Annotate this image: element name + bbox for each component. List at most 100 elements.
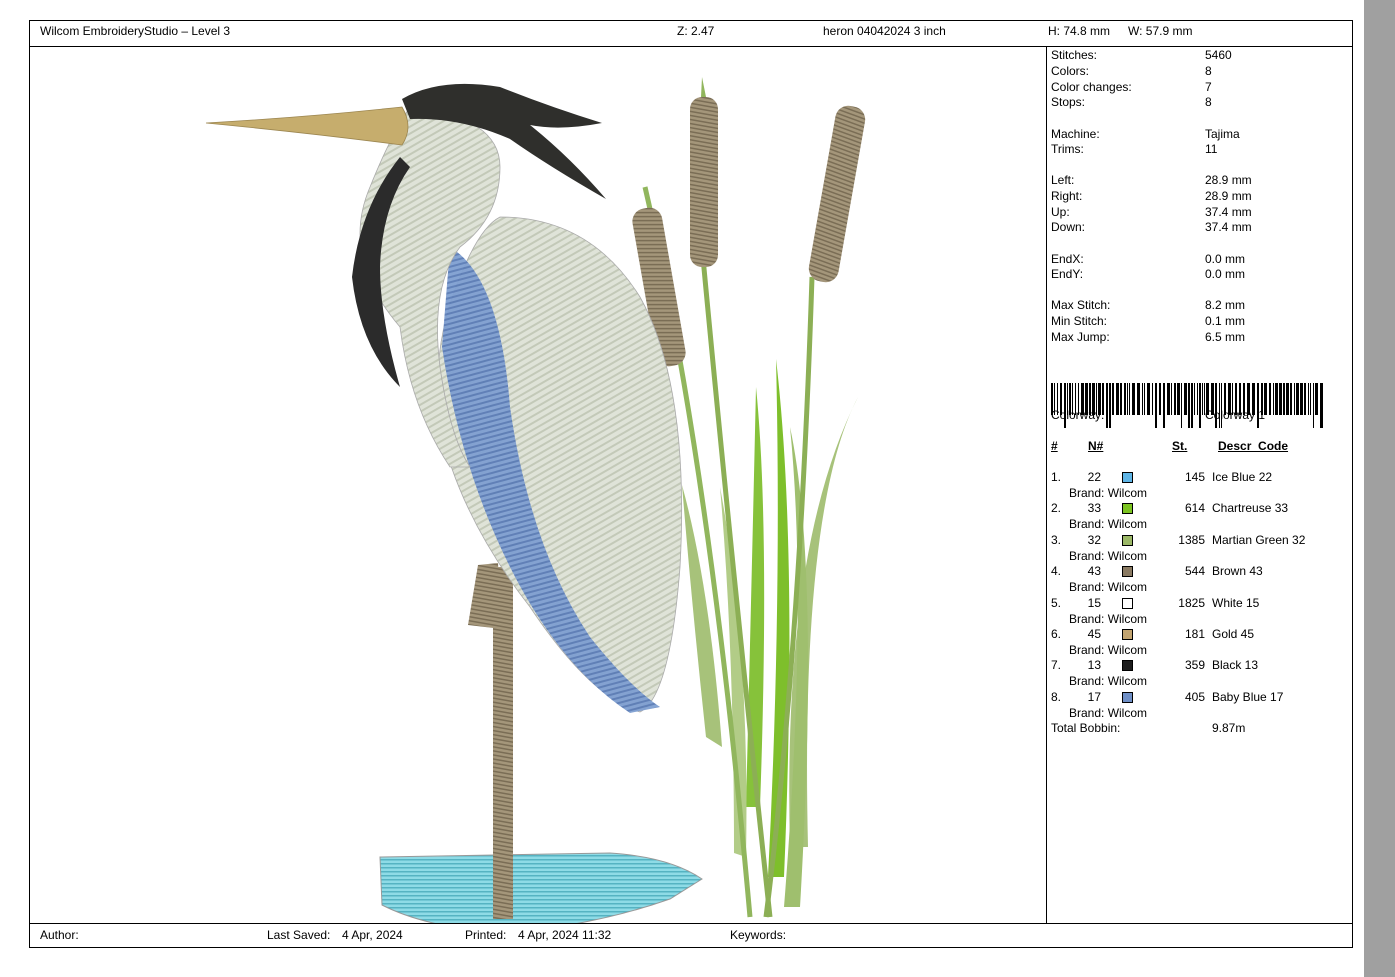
printed-label: Printed:	[465, 928, 507, 942]
thread-color-swatch	[1122, 535, 1133, 546]
thread-brand: Brand: Wilcom	[1069, 674, 1148, 688]
total-bobbin-label: Total Bobbin:	[1051, 721, 1121, 735]
stat-value: 8	[1205, 95, 1212, 109]
printed-value: 4 Apr, 2024 11:32	[518, 928, 612, 942]
thread-description: Chartreuse 33	[1212, 501, 1289, 515]
stat-label: Stops:	[1051, 95, 1086, 109]
heron-beak	[205, 106, 409, 146]
stat-label: Trims:	[1051, 142, 1084, 156]
stat-value: 28.9 mm	[1205, 189, 1252, 203]
stat-value: 0.0 mm	[1205, 267, 1246, 281]
thread-brand: Brand: Wilcom	[1069, 580, 1148, 594]
thread-brand: Brand: Wilcom	[1069, 486, 1148, 500]
stat-label: Stitches:	[1051, 48, 1098, 62]
stat-label: Max Jump:	[1051, 330, 1110, 344]
thread-stitches: 359	[1184, 658, 1205, 672]
viewer-background	[1364, 0, 1395, 977]
stat-label: EndY:	[1051, 267, 1084, 281]
col-header-number: N#	[1088, 439, 1104, 453]
worksheet-header: Wilcom EmbroideryStudio – Level 3 Z: 2.4…	[30, 21, 1352, 47]
colorway-label: Colorway:	[1051, 408, 1105, 422]
stat-value: 11	[1205, 142, 1218, 156]
last-saved-value: 4 Apr, 2024	[342, 928, 403, 942]
author-label: Author:	[40, 928, 79, 942]
thread-brand: Brand: Wilcom	[1069, 706, 1148, 720]
last-saved-label: Last Saved:	[267, 928, 331, 942]
thread-index: 7.	[1051, 658, 1062, 672]
design-preview	[30, 47, 1046, 923]
thread-stitches: 1825	[1178, 596, 1205, 610]
stat-label: Right:	[1051, 189, 1083, 203]
cattail-1	[690, 97, 718, 267]
worksheet-footer: Author: Last Saved: 4 Apr, 2024 Printed:…	[30, 923, 1352, 948]
thread-number: 43	[1087, 564, 1101, 578]
cattail-3	[808, 105, 866, 283]
thread-number: 15	[1087, 596, 1101, 610]
thread-index: 8.	[1051, 690, 1062, 704]
thread-description: Brown 43	[1212, 564, 1263, 578]
thread-stitches: 405	[1184, 690, 1205, 704]
thread-color-swatch	[1122, 629, 1133, 640]
thread-index: 1.	[1051, 470, 1062, 484]
total-bobbin-value: 9.87m	[1212, 721, 1246, 735]
design-width: W: 57.9 mm	[1128, 24, 1193, 38]
thread-number: 45	[1087, 627, 1101, 641]
keywords-label: Keywords:	[730, 928, 787, 942]
thread-stitches: 145	[1184, 470, 1205, 484]
zoom-level: Z: 2.47	[677, 24, 715, 38]
thread-color-swatch	[1122, 598, 1133, 609]
worksheet-frame: Wilcom EmbroideryStudio – Level 3 Z: 2.4…	[29, 20, 1353, 948]
stat-label: Up:	[1051, 205, 1070, 219]
thread-brand: Brand: Wilcom	[1069, 643, 1148, 657]
thread-color-swatch	[1122, 660, 1133, 671]
stat-label: Max Stitch:	[1051, 298, 1111, 312]
thread-number: 32	[1087, 533, 1101, 547]
thread-brand: Brand: Wilcom	[1069, 549, 1148, 563]
thread-index: 4.	[1051, 564, 1062, 578]
thread-stitches: 544	[1184, 564, 1205, 578]
stat-label: Min Stitch:	[1051, 314, 1108, 328]
stat-value: 28.9 mm	[1205, 173, 1252, 187]
thread-description: Martian Green 32	[1212, 533, 1306, 547]
thread-stitches: 181	[1184, 627, 1205, 641]
thread-description: Baby Blue 17	[1212, 690, 1284, 704]
col-header-index: #	[1051, 439, 1058, 453]
thread-stitches: 614	[1184, 501, 1205, 515]
thread-number: 13	[1087, 658, 1101, 672]
col-header-stitches: St.	[1172, 439, 1188, 453]
stat-value: 0.1 mm	[1205, 314, 1246, 328]
thread-description: White 15	[1212, 596, 1260, 610]
print-preview-page: Wilcom EmbroideryStudio – Level 3 Z: 2.4…	[0, 0, 1364, 977]
stat-value: 5460	[1205, 48, 1232, 62]
thread-description: Gold 45	[1212, 627, 1255, 641]
thread-number: 22	[1087, 470, 1101, 484]
thread-description: Ice Blue 22	[1212, 470, 1273, 484]
stat-value: 6.5 mm	[1205, 330, 1246, 344]
stat-value: 37.4 mm	[1205, 205, 1252, 219]
thread-brand: Brand: Wilcom	[1069, 517, 1148, 531]
col-header-descr: Descr_Code	[1218, 439, 1289, 453]
design-height: H: 74.8 mm	[1048, 24, 1111, 38]
thread-index: 3.	[1051, 533, 1062, 547]
stat-value: 8	[1205, 64, 1212, 78]
thread-index: 5.	[1051, 596, 1062, 610]
stat-label: Machine:	[1051, 127, 1100, 141]
stat-value: Tajima	[1205, 127, 1240, 141]
thread-color-swatch	[1122, 692, 1133, 703]
thread-index: 2.	[1051, 501, 1062, 515]
stat-value: 0.0 mm	[1205, 252, 1246, 266]
stitch-info-panel: Stitches: 5460 Colors: 8 Color changes: …	[1047, 47, 1352, 923]
heron-knee	[468, 563, 502, 629]
thread-description: Black 13	[1212, 658, 1259, 672]
thread-color-swatch	[1122, 566, 1133, 577]
stat-value: 37.4 mm	[1205, 220, 1252, 234]
colorway-value: Colorway 1	[1205, 408, 1266, 422]
thread-color-swatch	[1122, 503, 1133, 514]
thread-color-swatch	[1122, 472, 1133, 483]
stat-label: EndX:	[1051, 252, 1084, 266]
stat-label: Down:	[1051, 220, 1086, 234]
thread-number: 17	[1087, 690, 1101, 704]
stat-label: Color changes:	[1051, 80, 1132, 94]
water-patch	[379, 852, 703, 923]
thread-brand: Brand: Wilcom	[1069, 612, 1148, 626]
